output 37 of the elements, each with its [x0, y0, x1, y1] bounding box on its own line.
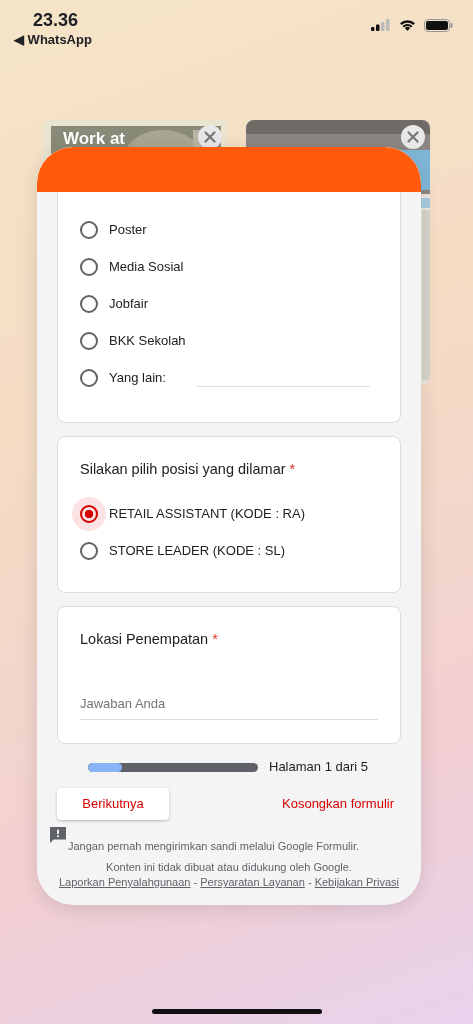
- radio-button[interactable]: [72, 496, 106, 531]
- warning-text: Jangan pernah mengirimkan sandi melalui Google Formulir.: [68, 839, 360, 854]
- question-title: Silakan pilih posisi yang dilamar *: [80, 460, 297, 479]
- option-label: Yang lain:: [109, 368, 166, 387]
- back-to-app-link[interactable]: ◀ WhatsApp: [14, 30, 92, 50]
- battery-icon: [424, 18, 453, 32]
- app-card[interactable]: [37, 147, 421, 905]
- radio-button[interactable]: [80, 220, 98, 239]
- disclaimer-text: Konten ini tidak dibuat atau didukung oleh Google.: [106, 861, 352, 873]
- footer-link[interactable]: Persyaratan Layanan: [200, 876, 305, 888]
- option-label: Poster: [109, 220, 147, 239]
- radio-button[interactable]: [80, 541, 98, 560]
- radio-button[interactable]: [80, 331, 98, 350]
- separator: -: [193, 876, 198, 888]
- separator: -: [307, 876, 312, 888]
- question-title: Lokasi Penempatan *: [80, 630, 219, 649]
- close-icon[interactable]: [198, 125, 222, 149]
- close-icon[interactable]: [401, 125, 425, 149]
- answer-field[interactable]: Jawaban Anda: [80, 688, 378, 720]
- radio-button[interactable]: [80, 368, 98, 387]
- option-label: BKK Sekolah: [109, 331, 186, 350]
- radio-button[interactable]: [80, 257, 98, 276]
- status-time: 23.36: [32, 10, 80, 30]
- option-label: Jobfair: [109, 294, 149, 313]
- footer-link[interactable]: Laporkan Penyalahgunaan: [58, 876, 191, 888]
- option-label: Media Sosial: [109, 257, 184, 276]
- signal-icon: [371, 19, 391, 31]
- option-label: RETAIL ASSISTANT (KODE : RA): [109, 504, 305, 523]
- wifi-icon: [399, 19, 416, 31]
- clear-form-button[interactable]: Kosongkan formulir: [282, 794, 401, 814]
- option-label: STORE LEADER (KODE : SL): [109, 541, 286, 560]
- next-button[interactable]: Berikutnya: [57, 788, 169, 820]
- radio-button[interactable]: [80, 294, 98, 313]
- report-icon[interactable]: [50, 827, 66, 843]
- footer-link[interactable]: Kebijakan Privasi: [314, 876, 400, 888]
- app-title: Work at: [63, 128, 126, 150]
- progress-label: Halaman 1 dari 5: [269, 758, 368, 777]
